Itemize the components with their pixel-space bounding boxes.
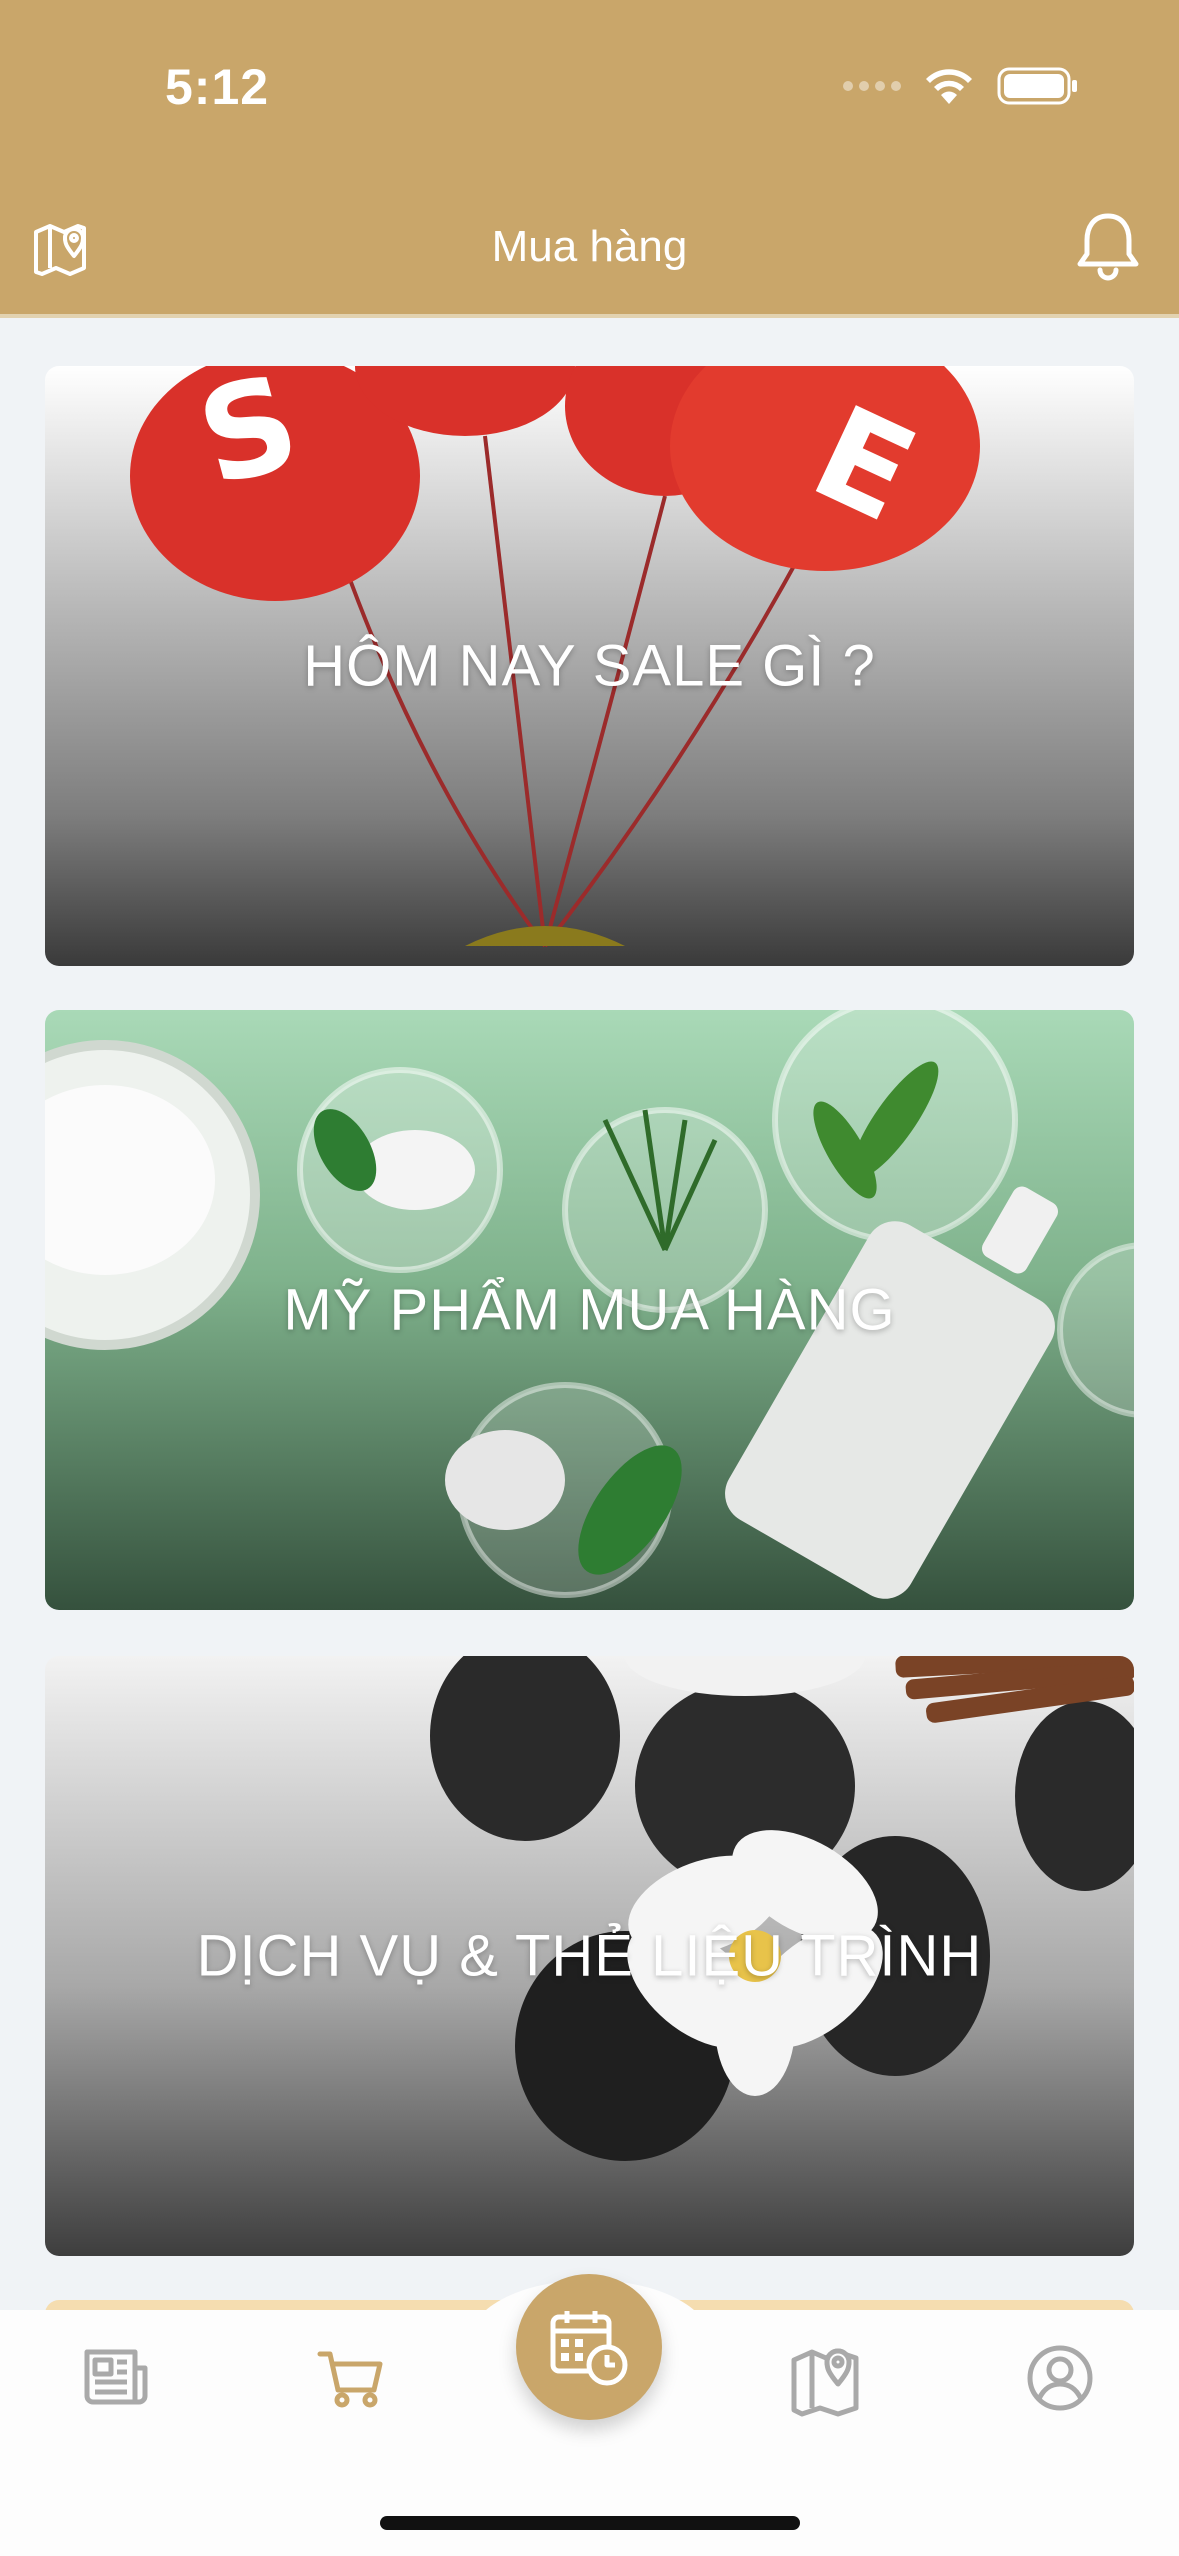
home-indicator	[380, 2516, 800, 2530]
card-label: DỊCH VỤ & THẺ LIỆU TRÌNH	[196, 1923, 983, 1989]
status-indicators	[843, 64, 1079, 108]
tab-news[interactable]	[77, 2338, 157, 2418]
calendar-clock-icon	[550, 2311, 628, 2386]
cart-icon	[317, 2351, 383, 2408]
app-header: 5:12 Mua hàng	[0, 0, 1179, 318]
tab-map[interactable]	[786, 2338, 866, 2418]
map-pin-icon	[791, 2348, 859, 2417]
booking-button[interactable]	[516, 2274, 662, 2420]
status-time: 5:12	[165, 59, 270, 115]
card-label: HÔM NAY SALE GÌ ?	[303, 633, 876, 699]
notification-button[interactable]	[1073, 208, 1143, 282]
tab-cart[interactable]	[312, 2338, 392, 2418]
wifi-icon	[926, 69, 972, 104]
bell-icon	[1077, 213, 1139, 281]
cellular-signal-icon	[843, 81, 901, 91]
user-circle-icon	[1027, 2345, 1093, 2411]
battery-icon	[997, 67, 1077, 105]
page-title: Mua hàng	[491, 222, 688, 271]
news-icon	[84, 2349, 148, 2405]
tab-profile[interactable]	[1020, 2338, 1100, 2418]
sale-card[interactable]: S E HÔM NAY SALE GÌ ?	[45, 366, 1134, 966]
cosmetics-card[interactable]: MỸ PHẨM MUA HÀNG	[45, 1010, 1134, 1610]
services-card[interactable]: DỊCH VỤ & THẺ LIỆU TRÌNH	[45, 1656, 1134, 2256]
card-label: MỸ PHẨM MUA HÀNG	[283, 1277, 896, 1343]
